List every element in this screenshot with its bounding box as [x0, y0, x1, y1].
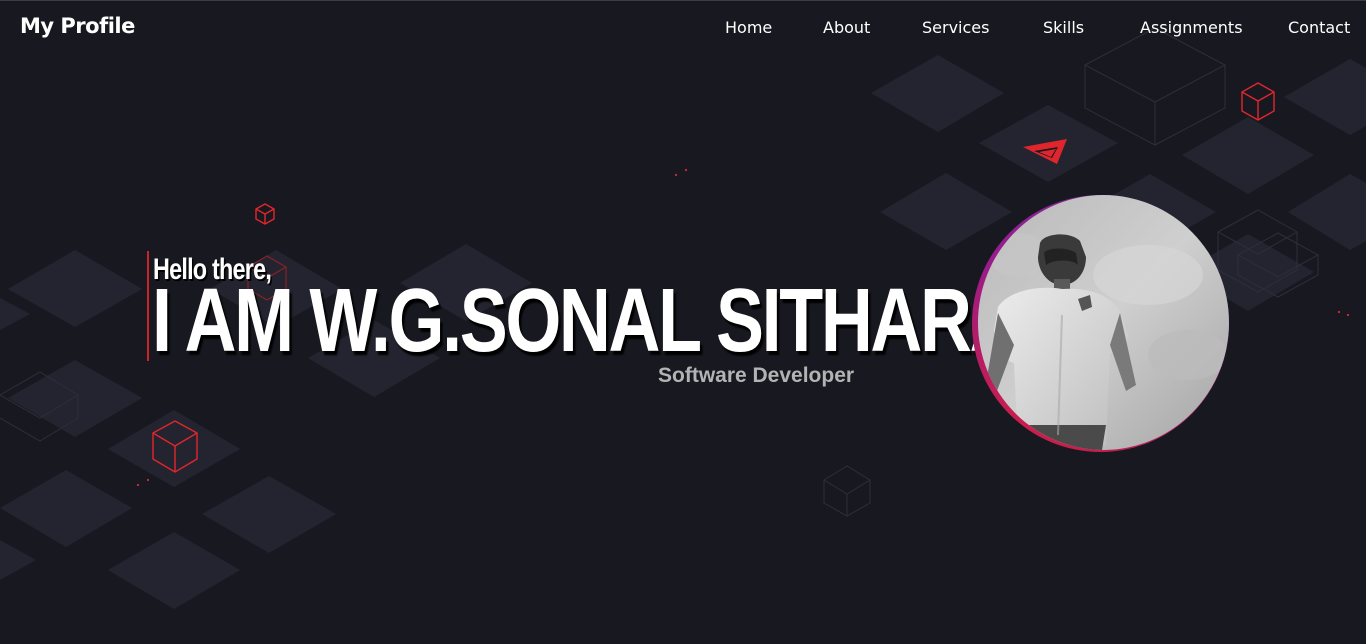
cube-icon [255, 203, 275, 225]
hero-headline: I AM W.G.SONAL SITHARA [152, 271, 1022, 371]
avatar [978, 195, 1229, 450]
cube-icon [152, 420, 198, 473]
nav-link-assignments[interactable]: Assignments [1140, 18, 1243, 37]
nav-link-about[interactable]: About [823, 18, 870, 37]
person-photo [978, 195, 1229, 450]
top-navbar: My Profile Home About Services Skills As… [0, 0, 1366, 54]
nav-link-skills[interactable]: Skills [1043, 18, 1084, 37]
nav-link-services[interactable]: Services [922, 18, 989, 37]
cube-icon [1241, 82, 1275, 121]
paper-plane-icon [1023, 139, 1067, 164]
hero-accent-bar [147, 251, 149, 361]
nav-link-contact[interactable]: Contact [1288, 18, 1350, 37]
hero-role: Software Developer [658, 364, 855, 387]
nav-links: Home About Services Skills Assignments C… [0, 18, 1366, 40]
nav-link-home[interactable]: Home [725, 18, 772, 37]
